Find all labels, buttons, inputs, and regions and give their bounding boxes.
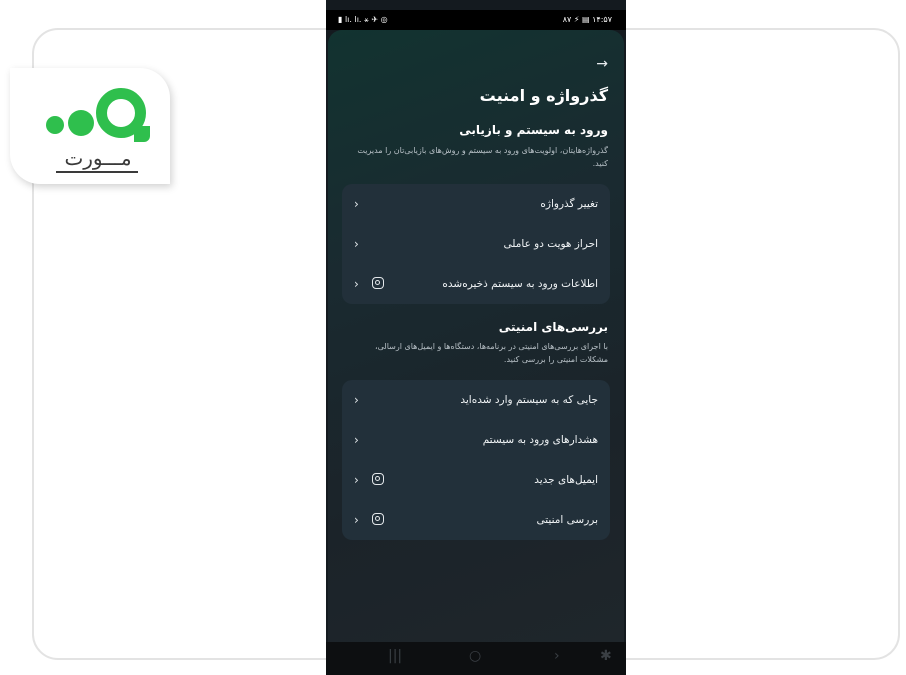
logo-dot-medium xyxy=(68,110,94,136)
logo-text: مـــورت xyxy=(64,146,132,170)
login-card: تغییر گذرواژه ‹ احراز هویت دو عاملی ‹ اط… xyxy=(342,184,610,304)
chevron-left-icon: ‹ xyxy=(354,513,359,527)
security-section-title: بررسی‌های امنیتی xyxy=(498,320,608,334)
list-item-where-logged-in[interactable]: جایی که به سیستم وارد شده‌اید ‹ xyxy=(342,380,610,420)
chevron-left-icon: ‹ xyxy=(354,433,359,447)
security-card: جایی که به سیستم وارد شده‌اید ‹ هشدارهای… xyxy=(342,380,610,540)
home-icon[interactable]: ○ xyxy=(469,648,481,664)
instagram-icon xyxy=(372,473,384,485)
page-title: گذرواژه و امنیت xyxy=(479,86,608,105)
list-item-label: بررسی امنیتی xyxy=(536,514,598,526)
recent-apps-icon[interactable]: ||| xyxy=(388,648,402,664)
chevron-left-icon: ‹ xyxy=(354,237,359,251)
login-section-description: گذرواژه‌هایتان، اولویت‌های ورود به سیستم… xyxy=(357,146,608,168)
list-item-saved-login[interactable]: اطلاعات ورود به سیستم ذخیره‌شده ‹ xyxy=(342,264,610,304)
logo-dot-small xyxy=(46,116,64,134)
status-left-icons: ▮ lı. lı. ⚹ ✈ ◎ xyxy=(338,15,388,24)
login-section-title: ورود به سیستم و بازیابی xyxy=(459,123,608,137)
accessibility-icon[interactable]: ✱ xyxy=(600,648,612,664)
instagram-icon xyxy=(372,513,384,525)
instagram-icon xyxy=(372,277,384,289)
status-right: ۸۷ ⚡ ▤ ۱۴:۵۷ xyxy=(562,15,612,24)
chevron-left-icon: ‹ xyxy=(354,473,359,487)
back-nav-icon[interactable]: › xyxy=(554,648,560,664)
chevron-left-icon: ‹ xyxy=(354,393,359,407)
list-item-login-alerts[interactable]: هشدارهای ورود به سیستم ‹ xyxy=(342,420,610,460)
security-section-description: با اجرای بررسی‌های امنیتی در برنامه‌ها، … xyxy=(375,342,608,364)
list-item-new-emails[interactable]: ایمیل‌های جدید ‹ xyxy=(342,460,610,500)
list-item-two-factor[interactable]: احراز هویت دو عاملی ‹ xyxy=(342,224,610,264)
list-item-security-check[interactable]: بررسی امنیتی ‹ xyxy=(342,500,610,540)
status-bar: ▮ lı. lı. ⚹ ✈ ◎ ۸۷ ⚡ ▤ ۱۴:۵۷ xyxy=(326,10,626,30)
watermark-logo: مـــورت xyxy=(10,68,170,184)
phone-screen: ▮ lı. lı. ⚹ ✈ ◎ ۸۷ ⚡ ▤ ۱۴:۵۷ → گذرواژه و… xyxy=(326,0,626,675)
list-item-label: احراز هویت دو عاملی xyxy=(503,238,598,250)
list-item-label: هشدارهای ورود به سیستم xyxy=(482,434,598,446)
list-item-change-password[interactable]: تغییر گذرواژه ‹ xyxy=(342,184,610,224)
list-item-label: اطلاعات ورود به سیستم ذخیره‌شده xyxy=(442,278,598,290)
settings-screen: → گذرواژه و امنیت ورود به سیستم و بازیاب… xyxy=(328,30,624,642)
android-nav-bar: ||| ○ › ✱ xyxy=(326,642,626,675)
list-item-label: جایی که به سیستم وارد شده‌اید xyxy=(460,394,598,406)
list-item-label: ایمیل‌های جدید xyxy=(534,474,598,486)
list-item-label: تغییر گذرواژه xyxy=(540,198,598,210)
logo-underline xyxy=(56,171,138,173)
back-arrow-icon[interactable]: → xyxy=(596,56,608,72)
chevron-left-icon: ‹ xyxy=(354,277,359,291)
logo-ring-tail xyxy=(134,126,150,142)
chevron-left-icon: ‹ xyxy=(354,197,359,211)
